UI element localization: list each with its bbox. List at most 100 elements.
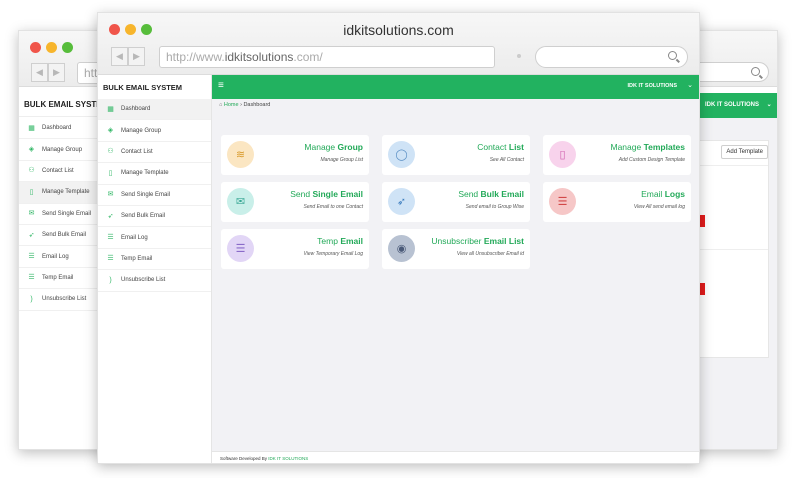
sidebar-list: ▦ Dashboard ◈ Manage Group ⚇ Contact List ▯ Man… [98, 99, 211, 292]
sidebar-item-manage-template[interactable]: ▯ Manage Template [98, 163, 211, 185]
brand: BULK EMAIL SYSTEM [103, 83, 183, 92]
separator-dot [517, 54, 521, 58]
sidebar-item-label: Manage Template [42, 189, 90, 196]
dashboard-card-unsubscriber-email-list[interactable]: ◉ Unsubscriber Email List View all Unsubsc… [382, 229, 530, 269]
close-dot[interactable] [30, 42, 41, 53]
sidebar-item-label: Unsubscribe List [121, 277, 166, 284]
sidebar: BULK EMAIL SYSTEM ▦ Dashboard ◈ Manage Grou… [98, 75, 212, 463]
sidebar-item-contact-list[interactable]: ⚇ Contact List [98, 142, 211, 164]
card-title-bold: Email List [483, 236, 524, 246]
menu-icon[interactable]: ≡ [218, 80, 224, 91]
rocket-icon: ➶ [388, 188, 415, 215]
rss-icon: ) [30, 295, 33, 303]
mail-icon: ✉ [28, 210, 35, 218]
url-text: htt [84, 66, 98, 80]
dashboard-card-manage-templates[interactable]: ▯ Manage Templates Add Custom Design Templ… [543, 135, 691, 175]
window-title: idkitsolutions.com [343, 22, 454, 38]
card-title-bold: Single Email [312, 189, 363, 199]
footer-text: Software Developed By [220, 456, 269, 461]
dashboard-card-send-bulk-email[interactable]: ➶ Send Bulk Email Send email to Group Wise [382, 182, 530, 222]
header-bar: ≡ IDK IT SOLUTIONS ⌄ [212, 75, 699, 99]
forward-icon[interactable]: ▶ [48, 63, 65, 82]
footer: Software Developed By IDK IT SOLUTIONS [212, 451, 699, 463]
sidebar-item-label: Temp Email [121, 255, 153, 262]
forward-icon[interactable]: ▶ [128, 47, 145, 66]
minimize-dot[interactable] [46, 42, 57, 53]
dashboard-card-temp-email[interactable]: ☰ Temp Email View Temporary Email Log [221, 229, 369, 269]
back-icon[interactable]: ◀ [111, 47, 128, 66]
file-icon: ▯ [108, 169, 113, 177]
breadcrumb-home[interactable]: Home [224, 102, 239, 108]
user-icon: ⚇ [107, 148, 114, 156]
card-title-prefix: Unsubscriber [431, 236, 484, 246]
sidebar-item-email-log[interactable]: ☰ Email Log [98, 227, 211, 249]
card-title: Manage Group [304, 142, 363, 152]
search-box[interactable] [535, 46, 688, 68]
calendar-icon: ▦ [28, 124, 35, 132]
search-icon[interactable] [751, 67, 760, 76]
back-icon[interactable]: ◀ [31, 63, 48, 82]
card-title-bold: Logs [664, 189, 685, 199]
card-title-bold: Bulk Email [480, 189, 524, 199]
url-suffix: .com/ [293, 50, 323, 64]
sidebar-item-label: Send Single Email [121, 191, 171, 198]
card-title: Temp Email [317, 236, 363, 246]
sidebar-item-label: Dashboard [121, 106, 151, 113]
sidebar-item-unsubscribe-list[interactable]: ) Unsubscribe List [98, 270, 211, 292]
sidebar-item-label: Send Single Email [42, 210, 92, 217]
sidebar-item-send-single-email[interactable]: ✉ Send Single Email [98, 185, 211, 206]
sidebar-item-label: Send Bulk Email [42, 232, 87, 239]
card-subtitle: Manage Group List [320, 157, 363, 163]
layers-icon: ◈ [28, 146, 35, 154]
sidebar-item-dashboard[interactable]: ▦ Dashboard [98, 99, 211, 121]
url-bar[interactable]: http://www.idkitsolutions.com/ [159, 46, 495, 68]
card-subtitle: Add Custom Design Template [618, 157, 685, 163]
card-title: Send Single Email [290, 189, 363, 199]
card-subtitle: See All Contact [489, 157, 524, 163]
url-prefix: http://www. [166, 50, 225, 64]
user-icon: ⚇ [28, 167, 35, 175]
add-template-button[interactable]: Add Template [721, 145, 768, 159]
rss-icon: ) [109, 276, 112, 284]
sidebar-item-label: Manage Group [121, 127, 162, 134]
card-title-bold: List [508, 142, 524, 152]
card-title-prefix: Manage [610, 142, 644, 152]
card-subtitle: Send email to Group Wise [465, 204, 524, 210]
chevron-down-icon[interactable]: ⌄ [767, 102, 772, 108]
list-icon: ☰ [28, 274, 35, 282]
card-title-bold: Group [337, 142, 364, 152]
sidebar-item-label: Contact List [121, 148, 153, 155]
list-icon: ☰ [107, 255, 114, 263]
sidebar-item-send-bulk-email[interactable]: ➶ Send Bulk Email [98, 206, 211, 228]
header-brand: IDK IT SOLUTIONS [705, 102, 759, 108]
card-title-bold: Templates [643, 142, 685, 152]
footer-link[interactable]: IDK IT SOLUTIONS [268, 456, 308, 461]
card-title: Unsubscriber Email List [431, 236, 524, 246]
dashboard-card-email-logs[interactable]: ☰ Email Logs View All send email log [543, 182, 691, 222]
breadcrumb-current: Dashboard [243, 102, 271, 108]
dashboard-card-send-single-email[interactable]: ✉ Send Single Email Send Email to one Cont… [221, 182, 369, 222]
rocket-icon: ➶ [28, 231, 35, 239]
card-subtitle: View all Unsubscriber Email id [456, 251, 524, 257]
card-title-prefix: Manage [304, 142, 338, 152]
list-icon: ☰ [549, 188, 576, 215]
content-area: ⌂ Home › Dashboard ≋ Manage Group Manage G… [212, 99, 699, 451]
card-title-prefix: Email [641, 189, 665, 199]
maximize-dot[interactable] [62, 42, 73, 53]
search-icon[interactable] [668, 51, 677, 60]
chevron-down-icon[interactable]: ⌄ [687, 81, 693, 89]
card-title: Send Bulk Email [458, 189, 524, 199]
calendar-icon: ▦ [107, 105, 114, 113]
breadcrumb-separator: › [240, 102, 242, 108]
sidebar-item-label: Manage Group [42, 146, 83, 153]
dashboard-card-contact-list[interactable]: ◯ Contact List See All Contact [382, 135, 530, 175]
dashboard-card-manage-group[interactable]: ≋ Manage Group Manage Group List [221, 135, 369, 175]
sidebar-item-label: Contact List [42, 167, 74, 174]
home-icon: ⌂ [219, 102, 223, 108]
card-subtitle: View Temporary Email Log [303, 251, 363, 257]
card-title: Email Logs [641, 189, 685, 199]
sidebar-item-temp-email[interactable]: ☰ Temp Email [98, 249, 211, 271]
sidebar-item-label: Unsubscribe List [42, 296, 87, 303]
sidebar-item-manage-group[interactable]: ◈ Manage Group [98, 120, 211, 142]
sidebar-item-label: Send Bulk Email [121, 213, 166, 220]
